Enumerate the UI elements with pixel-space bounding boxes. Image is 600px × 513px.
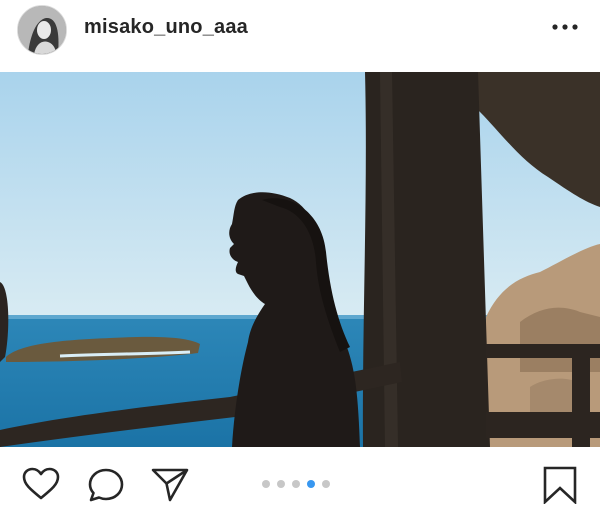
- heart-icon[interactable]: [22, 467, 60, 506]
- bookmark-icon[interactable]: [543, 466, 577, 509]
- comment-bubble-icon[interactable]: [87, 467, 125, 508]
- carousel-dot: [322, 480, 330, 488]
- carousel-indicator: [262, 480, 330, 490]
- post-actions: [0, 447, 600, 513]
- more-horizontal-icon[interactable]: [552, 17, 578, 37]
- avatar-photo: [18, 6, 66, 54]
- carousel-dot: [307, 480, 315, 488]
- username[interactable]: misako_uno_aaa: [84, 16, 248, 39]
- post-header: misako_uno_aaa: [0, 0, 600, 72]
- paper-plane-icon[interactable]: [151, 467, 189, 508]
- avatar[interactable]: [17, 5, 67, 55]
- post-photo[interactable]: [0, 72, 600, 447]
- carousel-dot: [277, 480, 285, 488]
- carousel-dot: [262, 480, 270, 488]
- carousel-dot: [292, 480, 300, 488]
